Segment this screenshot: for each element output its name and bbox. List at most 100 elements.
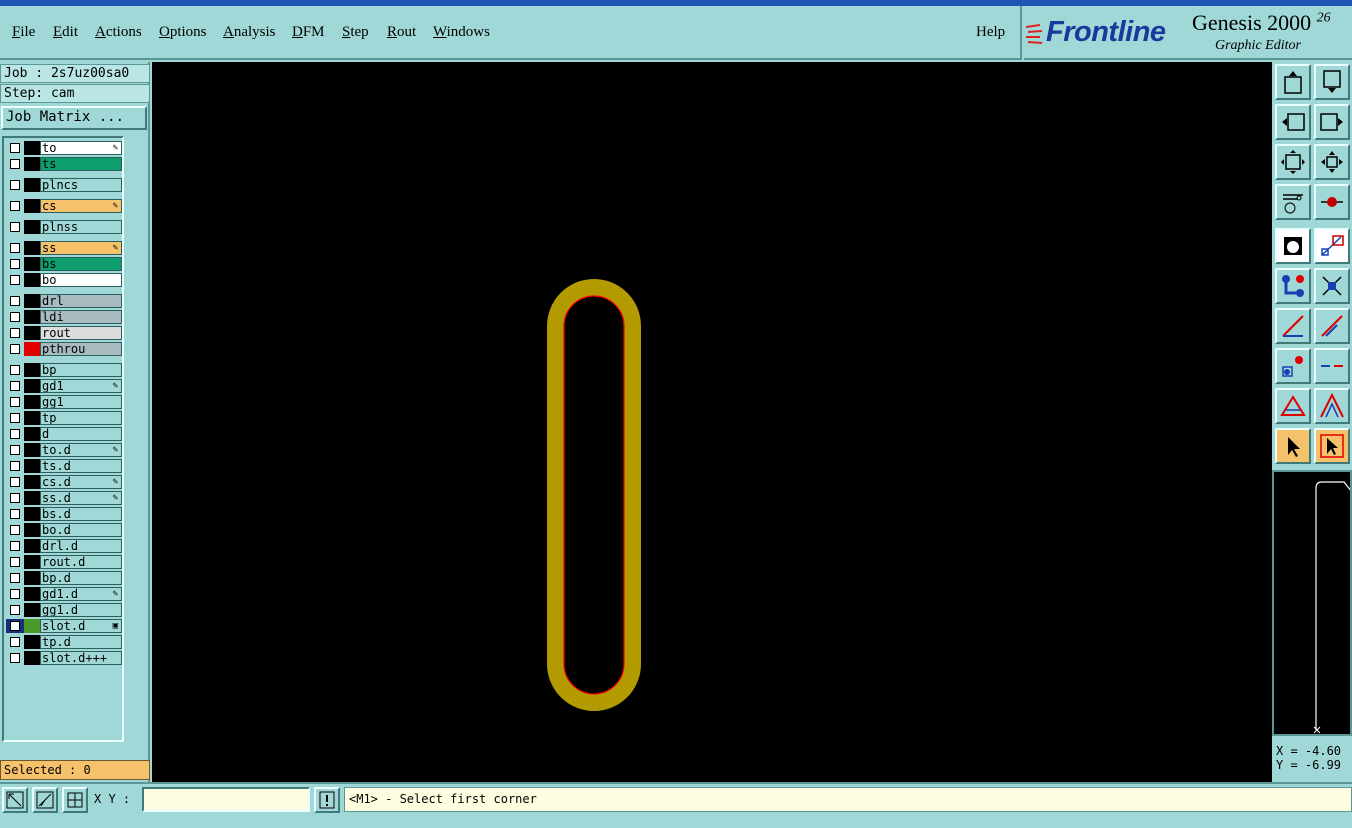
layer-checkbox[interactable] [10,413,20,423]
menu-step[interactable]: Step [342,24,369,41]
layer-name[interactable]: to.d ✎ [40,443,122,457]
layer-row-tp[interactable]: tp [6,411,122,425]
job-matrix-button[interactable]: Job Matrix ... [1,106,147,130]
layer-checkbox[interactable] [10,143,20,153]
layer-name[interactable]: gd1 ✎ [40,379,122,393]
line-select-icon[interactable] [1275,308,1311,344]
layer-color-swatch[interactable] [24,395,40,409]
cross-select-icon[interactable] [1314,268,1350,304]
layer-checkbox[interactable] [10,541,20,551]
xy-input[interactable] [142,787,310,812]
layer-name[interactable]: gg1.d [40,603,122,617]
layer-name[interactable]: cs.d ✎ [40,475,122,489]
layer-checkbox[interactable] [10,621,20,631]
layer-name[interactable]: drl.d [40,539,122,553]
layer-color-swatch[interactable] [24,475,40,489]
layer-name[interactable]: rout [40,326,122,340]
layer-checkbox[interactable] [10,461,20,471]
pointer-boxed-icon[interactable] [1314,428,1350,464]
layer-row-d[interactable]: d [6,427,122,441]
pan-right-icon[interactable] [1314,104,1350,140]
layer-row-pthrou[interactable]: pthrou [6,342,122,356]
menu-help[interactable]: Help [976,24,1005,41]
layer-row-slot-d---[interactable]: slot.d+++ [6,651,122,665]
layer-checkbox[interactable] [10,493,20,503]
layer-name[interactable]: ss.d ✎ [40,491,122,505]
layer-row-ldi[interactable]: ldi [6,310,122,324]
layer-name[interactable]: gd1.d ✎ [40,587,122,601]
layer-color-swatch[interactable] [24,587,40,601]
layer-name[interactable]: bo [40,273,122,287]
zoom-center-icon[interactable] [1314,144,1350,180]
layer-checkbox[interactable] [10,477,20,487]
layer-color-swatch[interactable] [24,555,40,569]
layer-name[interactable]: cs ✎ [40,199,122,213]
exclaim-icon[interactable] [314,787,340,813]
layer-checkbox[interactable] [10,259,20,269]
connect-nodes-icon[interactable] [1275,268,1311,304]
snap-pad-icon[interactable] [1314,184,1350,220]
layer-name[interactable]: gg1 [40,395,122,409]
layer-row-gd1-d[interactable]: gd1.d ✎ [6,587,122,601]
layer-row-plncs[interactable]: plncs [6,178,122,192]
layer-checkbox[interactable] [10,573,20,583]
layer-checkbox[interactable] [10,445,20,455]
layer-row-gd1[interactable]: gd1 ✎ [6,379,122,393]
layer-name[interactable]: d [40,427,122,441]
layer-name[interactable]: ts.d [40,459,122,473]
layer-color-swatch[interactable] [24,141,40,155]
layer-name[interactable]: bs [40,257,122,271]
layer-name[interactable]: drl [40,294,122,308]
layer-color-swatch[interactable] [24,571,40,585]
layer-color-swatch[interactable] [24,539,40,553]
line-split-icon[interactable] [1314,348,1350,384]
layer-color-swatch[interactable] [24,379,40,393]
layer-name[interactable]: slot.d+++ [40,651,122,665]
layer-row-cs-d[interactable]: cs.d ✎ [6,475,122,489]
layer-color-swatch[interactable] [24,491,40,505]
layer-row-gg1-d[interactable]: gg1.d [6,603,122,617]
menu-options[interactable]: Options [159,24,207,41]
layer-name[interactable]: ts [40,157,122,171]
layer-checkbox[interactable] [10,637,20,647]
layer-row-rout[interactable]: rout [6,326,122,340]
layer-checkbox[interactable] [10,397,20,407]
layer-color-swatch[interactable] [24,603,40,617]
layer-row-tp-d[interactable]: tp.d [6,635,122,649]
layer-row-bs[interactable]: bs [6,257,122,271]
layer-color-swatch[interactable] [24,459,40,473]
layer-name[interactable]: tp.d [40,635,122,649]
layer-name[interactable]: plncs [40,178,122,192]
layer-row-slot-d[interactable]: slot.d ▣ [6,619,122,633]
layer-checkbox[interactable] [10,509,20,519]
layer-name[interactable]: ldi [40,310,122,324]
layer-color-swatch[interactable] [24,411,40,425]
menu-analysis[interactable]: Analysis [223,24,276,41]
layer-name[interactable]: ss ✎ [40,241,122,255]
layer-row-drl-d[interactable]: drl.d [6,539,122,553]
layer-checkbox[interactable] [10,275,20,285]
layer-color-swatch[interactable] [24,326,40,340]
layer-color-swatch[interactable] [24,310,40,324]
overview-map[interactable] [1272,470,1352,736]
layer-color-swatch[interactable] [24,427,40,441]
layer-checkbox[interactable] [10,557,20,567]
layer-checkbox[interactable] [10,201,20,211]
layer-checkbox[interactable] [10,159,20,169]
layer-row-ss[interactable]: ss ✎ [6,241,122,255]
layer-row-ts-d[interactable]: ts.d [6,459,122,473]
layer-name[interactable]: bo.d [40,523,122,537]
pad-select-icon[interactable] [1275,348,1311,384]
layer-row-bp[interactable]: bp [6,363,122,377]
measure-tool-icon[interactable] [1275,184,1311,220]
pan-left-icon[interactable] [1275,104,1311,140]
layer-row-ss-d[interactable]: ss.d ✎ [6,491,122,505]
grid-icon[interactable] [62,787,88,813]
layer-row-ts[interactable]: ts [6,157,122,171]
layer-row-gg1[interactable]: gg1 [6,395,122,409]
layer-name[interactable]: bs.d [40,507,122,521]
graphic-canvas[interactable] [152,62,1272,782]
layer-name[interactable]: slot.d ▣ [40,619,122,633]
layer-name[interactable]: rout.d [40,555,122,569]
pan-down-icon[interactable] [1314,64,1350,100]
